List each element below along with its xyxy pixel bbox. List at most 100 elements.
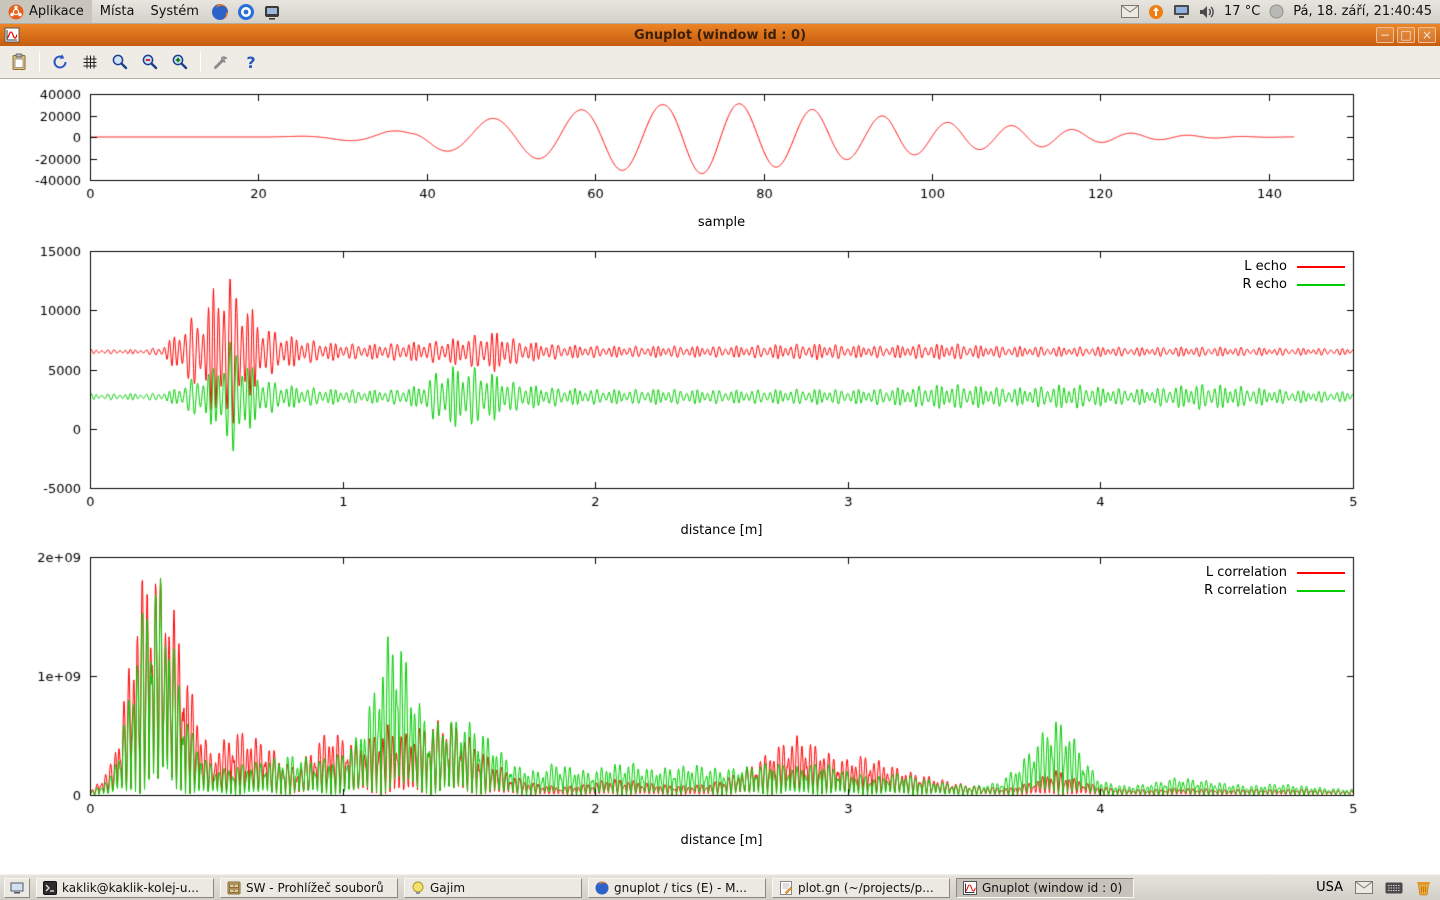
wrench-icon: [212, 53, 230, 71]
firefox-icon: [211, 3, 229, 21]
gajim-icon: [411, 881, 425, 895]
task-button-file-manager[interactable]: SW - Prohlížeč souborů: [220, 878, 398, 898]
magnifier-icon: [111, 53, 129, 71]
task-button-gnuplot[interactable]: Gnuplot (window id : 0): [956, 878, 1134, 898]
task-button-terminal[interactable]: kaklik@kaklik-kolej-u...: [36, 878, 214, 898]
chart-signal: sample: [0, 79, 1440, 237]
task-label: SW - Prohlížeč souborů: [246, 881, 384, 895]
question-icon: ?: [246, 53, 255, 72]
task-label: Gajim: [430, 881, 465, 895]
chart-echo-canvas[interactable]: [0, 237, 1440, 537]
task-button-gajim[interactable]: Gajim: [404, 878, 582, 898]
keyboard-icon[interactable]: [1385, 882, 1403, 894]
show-desktop-button[interactable]: [4, 878, 30, 898]
legend-item: L correlation: [1206, 565, 1345, 580]
ubuntu-logo-icon: [8, 4, 24, 20]
legend-item: L echo: [1244, 259, 1345, 274]
task-button-firefox[interactable]: gnuplot / tics (E) - M...: [588, 878, 766, 898]
screenshot-launcher[interactable]: [259, 0, 285, 23]
legend-line-sample: [1297, 284, 1345, 286]
task-label: kaklik@kaklik-kolej-u...: [62, 881, 199, 895]
gnuplot-window-icon: [4, 27, 20, 43]
gnuplot-icon: [963, 881, 977, 895]
minimize-button[interactable]: −: [1376, 27, 1394, 43]
plot-area: sample L echo R echo distance [m] L corr: [0, 79, 1440, 874]
zoom-previous-button[interactable]: [137, 49, 163, 75]
grid-toggle-button[interactable]: [77, 49, 103, 75]
titlebar[interactable]: Gnuplot (window id : 0) − □ ×: [0, 24, 1440, 46]
chart-echo-legend: L echo R echo: [1242, 259, 1345, 292]
legend-label: R echo: [1242, 277, 1287, 292]
legend-item: R echo: [1242, 277, 1345, 292]
task-button-editor[interactable]: plot.gn (~/projects/p...: [772, 878, 950, 898]
keyboard-layout-indicator[interactable]: USA: [1316, 880, 1343, 895]
zoom-button[interactable]: [107, 49, 133, 75]
window-controls: − □ ×: [1376, 27, 1436, 43]
legend-line-sample: [1297, 572, 1345, 574]
legend-label: R correlation: [1204, 583, 1287, 598]
trash-icon[interactable]: [1415, 879, 1432, 896]
menu-system[interactable]: Systém: [142, 0, 206, 23]
panel-status-area: 17 °C Pá, 18. září, 21:40:45: [1121, 0, 1440, 23]
file-manager-icon: [227, 881, 241, 895]
terminal-icon: [43, 881, 57, 895]
help-button[interactable]: ?: [238, 49, 264, 75]
gnuplot-toolbar: ?: [0, 46, 1440, 79]
show-desktop-icon: [10, 882, 24, 894]
update-notifier-icon[interactable]: [1148, 4, 1164, 20]
chart-correlation-legend: L correlation R correlation: [1204, 565, 1345, 598]
volume-icon[interactable]: [1199, 5, 1215, 19]
task-label: plot.gn (~/projects/p...: [798, 881, 934, 895]
clipboard-icon: [10, 53, 28, 71]
screenshot-icon: [263, 3, 281, 21]
close-button[interactable]: ×: [1418, 27, 1436, 43]
firefox-icon: [595, 881, 609, 895]
settings-button[interactable]: [208, 49, 234, 75]
toolbar-separator: [200, 52, 201, 72]
taskbar: kaklik@kaklik-kolej-u... SW - Prohlížeč …: [0, 874, 1440, 900]
weather-icon[interactable]: [1269, 4, 1284, 19]
firefox-launcher[interactable]: [207, 0, 233, 23]
menu-places-label: Místa: [100, 4, 135, 19]
magnifier-minus-icon: [141, 53, 159, 71]
zoom-next-button[interactable]: [167, 49, 193, 75]
taskbar-status-area: USA: [1316, 879, 1436, 896]
mail-icon[interactable]: [1355, 881, 1373, 894]
mail-notifier-icon[interactable]: [1121, 5, 1139, 18]
help-launcher[interactable]: [233, 0, 259, 23]
menu-applications[interactable]: Aplikace: [0, 0, 92, 23]
menu-system-label: Systém: [150, 4, 198, 19]
legend-line-sample: [1297, 590, 1345, 592]
replot-button[interactable]: [47, 49, 73, 75]
top-panel: Aplikace Místa Systém 17 °C: [0, 0, 1440, 24]
magnifier-plus-icon: [171, 53, 189, 71]
help-lifering-icon: [237, 3, 255, 21]
chart-signal-xlabel: sample: [90, 215, 1353, 230]
menu-places[interactable]: Místa: [92, 0, 143, 23]
panel-menus: Aplikace Místa Systém: [0, 0, 285, 23]
grid-icon: [81, 53, 99, 71]
task-label: Gnuplot (window id : 0): [982, 881, 1122, 895]
chart-correlation-xlabel: distance [m]: [90, 833, 1353, 848]
legend-label: L echo: [1244, 259, 1287, 274]
task-label: gnuplot / tics (E) - M...: [614, 881, 747, 895]
chart-echo: L echo R echo distance [m]: [0, 237, 1440, 537]
plot-area-filler: [0, 847, 1440, 874]
maximize-button[interactable]: □: [1397, 27, 1415, 43]
copy-clipboard-button[interactable]: [6, 49, 32, 75]
toolbar-separator: [39, 52, 40, 72]
refresh-icon: [51, 53, 69, 71]
window-title: Gnuplot (window id : 0): [0, 28, 1440, 43]
chart-echo-xlabel: distance [m]: [90, 523, 1353, 538]
menu-applications-label: Aplikace: [29, 4, 84, 19]
display-icon[interactable]: [1173, 4, 1190, 19]
legend-item: R correlation: [1204, 583, 1345, 598]
temperature: 17 °C: [1224, 4, 1260, 19]
text-editor-icon: [779, 881, 793, 895]
legend-label: L correlation: [1206, 565, 1287, 580]
chart-correlation: L correlation R correlation distance [m]: [0, 537, 1440, 847]
chart-signal-canvas[interactable]: [0, 79, 1440, 237]
gnuplot-window: Gnuplot (window id : 0) − □ ×: [0, 24, 1440, 874]
clock[interactable]: Pá, 18. září, 21:40:45: [1293, 4, 1432, 19]
legend-line-sample: [1297, 266, 1345, 268]
